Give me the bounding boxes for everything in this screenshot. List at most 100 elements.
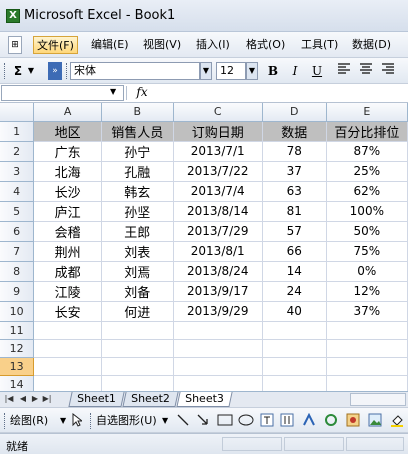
cell-d12[interactable] [262,339,327,358]
cell-c12[interactable] [173,339,263,358]
cell-a1[interactable]: 地区 [33,121,102,142]
oval-icon[interactable] [238,413,254,429]
menu-file[interactable]: 文件(F) [33,36,78,54]
cell-b9[interactable]: 刘备 [101,281,174,302]
cell-e12[interactable] [326,339,408,358]
cell-c6[interactable]: 2013/7/29 [173,221,263,242]
cell-d5[interactable]: 81 [262,201,327,222]
menu-format[interactable]: 格式(O) [243,36,288,54]
toolbar-options-icon[interactable]: » [48,62,62,80]
cell-e1[interactable]: 百分比排位 [326,121,408,142]
clipart-icon[interactable] [346,413,360,429]
menu-view[interactable]: 视图(V) [140,36,184,54]
row-header-1[interactable]: 1 [0,121,35,142]
row-header-9[interactable]: 9 [0,281,35,302]
row-header-2[interactable]: 2 [0,141,35,162]
row-header-3[interactable]: 3 [0,161,35,182]
cell-e3[interactable]: 25% [326,161,408,182]
horizontal-scrollbar[interactable] [350,393,406,406]
align-left-icon[interactable] [336,62,352,80]
excel-app-icon[interactable]: X [6,9,20,23]
row-header-11[interactable]: 11 [0,321,35,340]
draw-menu-button[interactable]: 绘图(R) [10,413,48,429]
cell-d4[interactable]: 63 [262,181,327,202]
wordart-icon[interactable] [302,412,316,429]
bold-button[interactable]: B [265,62,281,80]
align-center-icon[interactable] [358,62,374,80]
cell-c14[interactable] [173,375,263,391]
menu-edit[interactable]: 编辑(E) [88,36,132,54]
vertical-textbox-icon[interactable] [280,413,294,429]
column-header-a[interactable]: A [33,103,102,122]
underline-button[interactable]: U [309,62,325,80]
name-box[interactable] [1,85,124,101]
autoshapes-button[interactable]: 自选图形(U) [96,413,157,429]
cell-a2[interactable]: 广东 [33,141,102,162]
row-header-13[interactable]: 13 [0,357,35,376]
cell-a11[interactable] [33,321,102,340]
column-header-e[interactable]: E [326,103,408,122]
italic-button[interactable]: I [287,62,303,80]
insert-picture-icon[interactable] [368,413,382,429]
cell-b11[interactable] [101,321,174,340]
tab-sheet3[interactable]: Sheet3 [176,392,233,407]
cell-c1[interactable]: 订购日期 [173,121,263,142]
cell-c3[interactable]: 2013/7/22 [173,161,263,182]
cell-e11[interactable] [326,321,408,340]
toolbar-grip[interactable] [4,63,7,79]
select-pointer-icon[interactable] [72,412,84,429]
cell-b5[interactable]: 孙坚 [101,201,174,222]
cell-a10[interactable]: 长安 [33,301,102,322]
menu-insert[interactable]: 插入(I) [193,36,233,54]
cell-b7[interactable]: 刘表 [101,241,174,262]
cell-d8[interactable]: 14 [262,261,327,282]
cell-b13[interactable] [101,357,174,376]
row-header-10[interactable]: 10 [0,301,35,322]
cell-d11[interactable] [262,321,327,340]
textbox-icon[interactable] [260,413,274,429]
rectangle-icon[interactable] [217,413,233,429]
prev-sheet-icon[interactable]: ◀ [18,394,28,403]
cell-c13[interactable] [173,357,263,376]
cell-a6[interactable]: 会稽 [33,221,102,242]
fill-color-icon[interactable] [390,413,404,429]
cell-e2[interactable]: 87% [326,141,408,162]
menu-tools[interactable]: 工具(T) [298,36,341,54]
cell-b2[interactable]: 孙宁 [101,141,174,162]
drawing-grip[interactable] [4,413,7,429]
cell-e9[interactable]: 12% [326,281,408,302]
cell-a3[interactable]: 北海 [33,161,102,182]
cell-c7[interactable]: 2013/8/1 [173,241,263,262]
tab-sheet1[interactable]: Sheet1 [68,392,125,407]
arrow-icon[interactable] [196,413,210,429]
worksheet-grid[interactable]: A B C D E 1 地区 销售人员 订购日期 数据 百分比排位 2 广东 孙宁 2013/7/1 78 87… [0,103,408,391]
font-size-select[interactable]: 12 [216,62,246,80]
cell-a4[interactable]: 长沙 [33,181,102,202]
cell-e6[interactable]: 50% [326,221,408,242]
cell-b12[interactable] [101,339,174,358]
cell-b3[interactable]: 孔融 [101,161,174,182]
row-header-7[interactable]: 7 [0,241,35,262]
cell-c8[interactable]: 2013/8/24 [173,261,263,282]
cell-d1[interactable]: 数据 [262,121,327,142]
first-sheet-icon[interactable]: |◀ [4,394,14,403]
last-sheet-icon[interactable]: ▶| [42,394,52,403]
row-header-12[interactable]: 12 [0,339,35,358]
cell-table[interactable]: A B C D E 1 地区 销售人员 订购日期 数据 百分比排位 2 广东 孙宁 2013/7/1 78 87… [0,103,408,391]
cell-b8[interactable]: 刘焉 [101,261,174,282]
cell-c10[interactable]: 2013/9/29 [173,301,263,322]
cell-e14[interactable] [326,375,408,391]
column-header-c[interactable]: C [173,103,263,122]
cell-c4[interactable]: 2013/7/4 [173,181,263,202]
cell-d10[interactable]: 40 [262,301,327,322]
cell-d6[interactable]: 57 [262,221,327,242]
align-right-icon[interactable] [380,62,396,80]
cell-e10[interactable]: 37% [326,301,408,322]
row-header-5[interactable]: 5 [0,201,35,222]
cell-e7[interactable]: 75% [326,241,408,262]
tab-sheet2[interactable]: Sheet2 [122,392,179,407]
cell-a8[interactable]: 成都 [33,261,102,282]
line-icon[interactable] [176,413,190,429]
font-size-dropdown-icon[interactable]: ▼ [246,62,258,80]
cell-a13[interactable] [33,357,102,376]
